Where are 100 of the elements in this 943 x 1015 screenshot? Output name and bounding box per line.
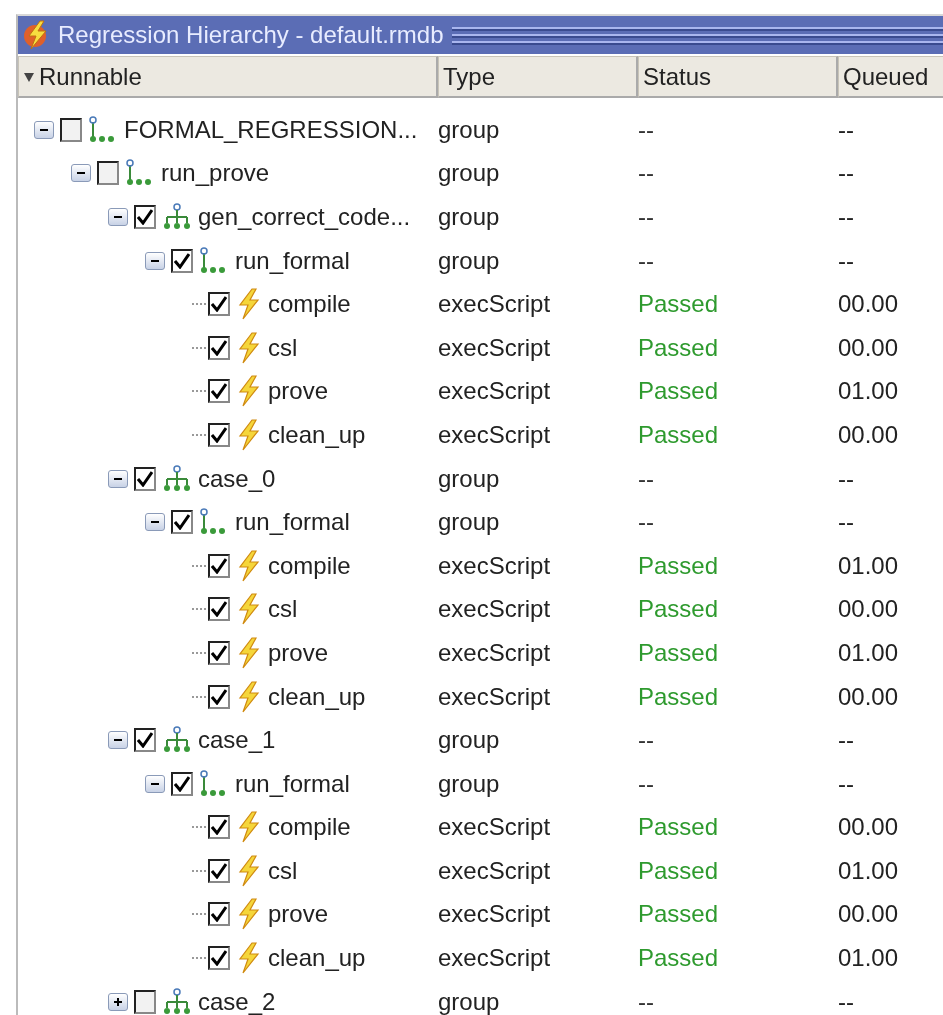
lightning-icon (22, 20, 50, 50)
queued-cell-text: 00.00 (838, 420, 900, 449)
checkmark-icon (211, 644, 227, 661)
checkbox[interactable] (208, 815, 230, 840)
runnable-name: run_formal (234, 769, 350, 798)
checkbox[interactable] (208, 858, 230, 883)
runnable-name: clean_up (267, 944, 366, 973)
runnable-name: prove (267, 638, 329, 667)
runnable-name: run_formal (234, 246, 350, 275)
checkbox[interactable] (208, 379, 230, 404)
runnable-name: csl (267, 856, 298, 885)
status-cell-text: -- (638, 246, 655, 275)
type-cell-text: execScript (438, 333, 552, 362)
checkbox[interactable] (171, 771, 193, 796)
checkbox[interactable] (97, 161, 119, 186)
status-cell-text: Passed (638, 813, 720, 842)
lightning-icon (236, 898, 262, 931)
collapse-button[interactable] (108, 731, 128, 750)
status-cell-text: Passed (638, 290, 720, 319)
collapse-button[interactable] (145, 774, 165, 793)
collapse-button[interactable] (145, 513, 165, 532)
lightning-icon (236, 549, 262, 582)
checkbox[interactable] (208, 684, 230, 709)
type-cell-text: group (438, 769, 501, 798)
status-cell-text: Passed (638, 377, 720, 406)
runnable-name: compile (267, 551, 351, 580)
checkmark-icon (211, 688, 227, 705)
checkbox[interactable] (171, 510, 193, 535)
column-header[interactable]: Type (438, 56, 638, 98)
collapse-button[interactable] (34, 120, 54, 139)
collapse-button[interactable] (108, 469, 128, 488)
checkmark-icon (211, 906, 227, 923)
runnable-name: case_1 (197, 726, 276, 755)
type-cell-text: execScript (438, 595, 552, 624)
status-cell-text: -- (638, 726, 655, 755)
type-cell-text: execScript (438, 944, 552, 973)
expand-button[interactable] (108, 992, 128, 1011)
queued-cell-text: 01.00 (838, 944, 900, 973)
runnable-name: clean_up (267, 682, 366, 711)
runnable-name: clean_up (267, 420, 366, 449)
collapse-button[interactable] (71, 164, 91, 183)
queued-cell-text: 01.00 (838, 551, 900, 580)
checkbox[interactable] (208, 553, 230, 578)
column-header[interactable]: Status (638, 56, 838, 98)
queued-cell-text: 00.00 (838, 900, 900, 929)
checkmark-icon (137, 209, 153, 225)
checkbox[interactable] (208, 292, 230, 317)
checkmark-icon (211, 950, 227, 967)
status-cell-text: Passed (638, 856, 720, 885)
collapse-button[interactable] (108, 208, 128, 226)
status-cell-text: -- (638, 159, 655, 188)
grip-handle[interactable] (451, 24, 943, 46)
checkbox[interactable] (60, 117, 82, 142)
queued-cell-text: 01.00 (838, 856, 900, 885)
queued-cell-text: 01.00 (838, 638, 900, 667)
checkbox[interactable] (134, 466, 156, 491)
type-cell-text: execScript (438, 290, 552, 319)
queued-cell-text: 00.00 (838, 682, 900, 711)
type-cell-text: execScript (438, 856, 552, 885)
checkbox[interactable] (134, 728, 156, 753)
hierarchy-icon (162, 203, 192, 231)
column-header[interactable]: Runnable (18, 56, 438, 98)
status-cell-text: Passed (638, 944, 720, 973)
queued-cell-text: -- (838, 769, 855, 798)
status-cell-text: -- (638, 508, 655, 537)
type-cell-text: execScript (438, 638, 552, 667)
type-cell-text: execScript (438, 420, 552, 449)
queued-cell-text: 01.00 (838, 377, 900, 406)
checkbox[interactable] (171, 248, 193, 273)
runnable-name: csl (267, 595, 298, 624)
queued-cell-text: -- (838, 159, 855, 188)
type-cell-text: group (438, 508, 501, 537)
checkbox[interactable] (134, 989, 156, 1014)
runnable-name: case_0 (197, 464, 276, 493)
queued-cell-text: 00.00 (838, 813, 900, 842)
checkbox[interactable] (208, 422, 230, 447)
status-cell-text: -- (638, 203, 655, 231)
checkbox[interactable] (208, 335, 230, 360)
checkbox[interactable] (134, 205, 156, 229)
type-cell-text: execScript (438, 813, 552, 842)
status-cell-text: Passed (638, 333, 720, 362)
collapse-button[interactable] (145, 251, 165, 270)
type-cell-text: execScript (438, 551, 552, 580)
status-cell-text: Passed (638, 551, 720, 580)
status-cell-text: Passed (638, 638, 720, 667)
checkbox[interactable] (208, 946, 230, 971)
status-cell-text: Passed (638, 595, 720, 624)
checkmark-icon (174, 514, 190, 531)
checkmark-icon (211, 557, 227, 574)
queued-cell-text: -- (838, 726, 855, 755)
checkbox[interactable] (208, 902, 230, 927)
hierarchy-icon (162, 726, 192, 755)
window-title: Regression Hierarchy - default.rmdb (58, 21, 444, 49)
lightning-icon (236, 811, 262, 844)
column-header[interactable]: Queued (838, 56, 943, 98)
checkmark-icon (137, 732, 153, 749)
checkbox[interactable] (208, 640, 230, 665)
checkbox[interactable] (208, 597, 230, 622)
queued-cell-text: 00.00 (838, 333, 900, 362)
type-cell-text: group (438, 159, 501, 188)
